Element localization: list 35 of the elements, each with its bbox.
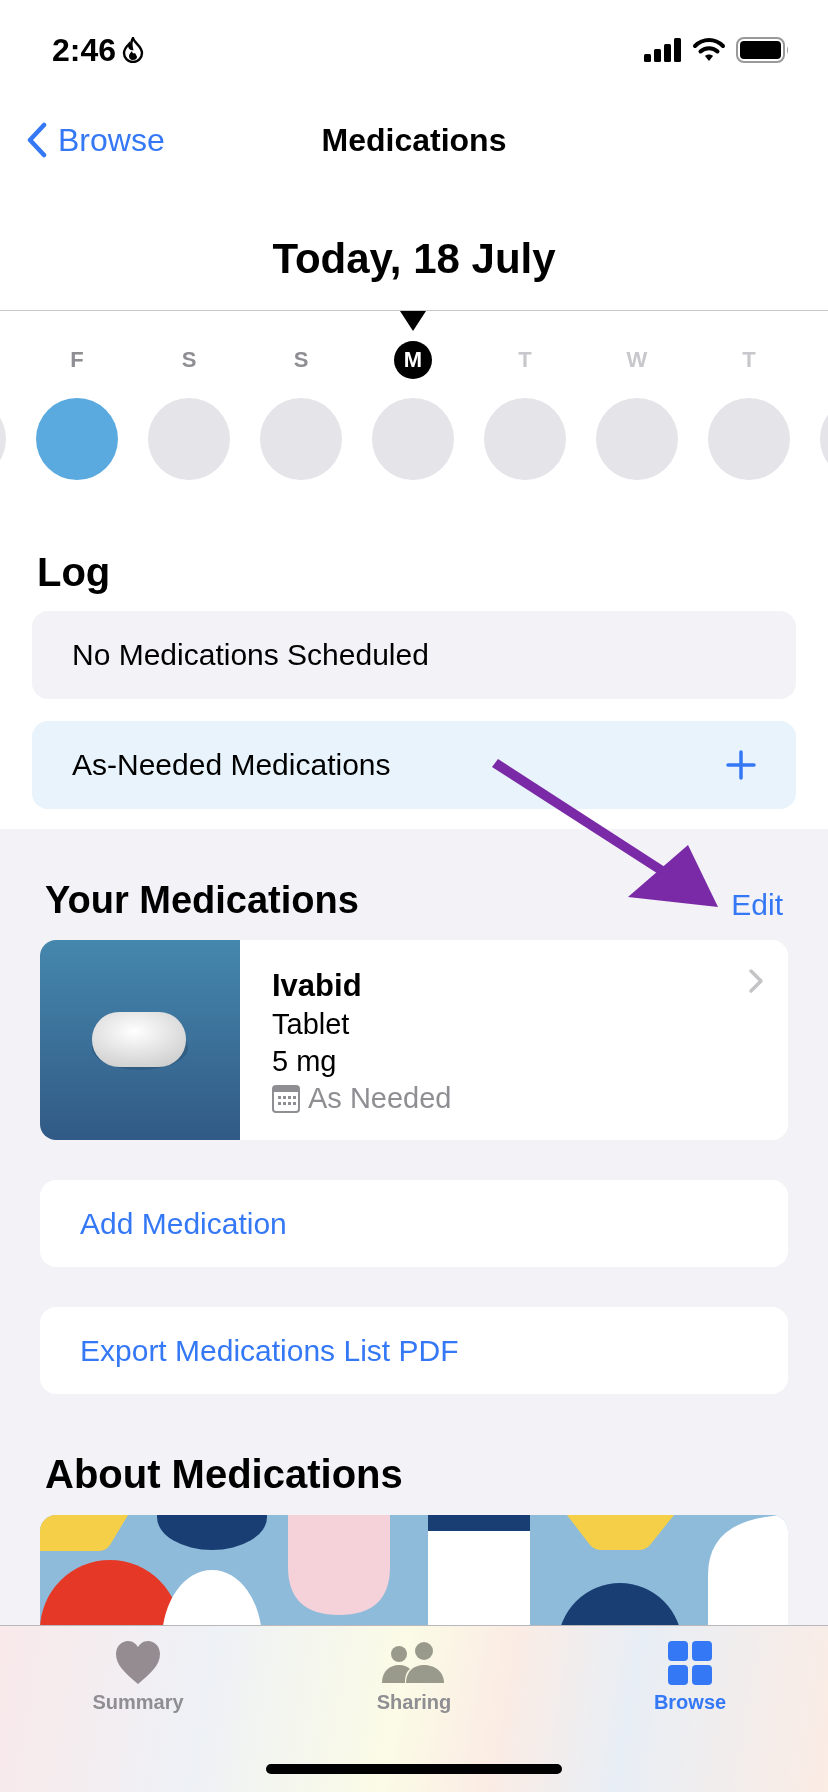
action-button[interactable]: Export Medications List PDF	[40, 1307, 788, 1394]
action-button[interactable]: Add Medication	[40, 1180, 788, 1267]
screen-title: Medications	[321, 121, 507, 158]
heart-icon	[115, 1641, 161, 1685]
plus-icon[interactable]	[726, 750, 756, 780]
flame-icon	[122, 37, 145, 63]
log-row-label: As-Needed Medications	[72, 748, 391, 782]
day-letter[interactable]: T	[506, 341, 544, 379]
grid-icon	[668, 1641, 712, 1685]
back-button[interactable]: Browse	[0, 120, 171, 160]
tab-button[interactable]: Summary	[0, 1640, 276, 1740]
edit-button[interactable]: Edit	[731, 888, 783, 922]
date-heading: Today, 18 July	[272, 235, 556, 282]
day-letter[interactable]: M	[394, 341, 432, 379]
day-letter[interactable]: T	[730, 341, 768, 379]
day-letter[interactable]: S	[170, 341, 208, 379]
log-row: No Medications Scheduled	[32, 611, 796, 699]
marker-icon	[400, 311, 426, 331]
day-letter[interactable]: S	[282, 341, 320, 379]
tab-button[interactable]: Sharing	[276, 1640, 552, 1740]
battery-icon	[736, 37, 790, 63]
calendar-icon	[272, 1084, 300, 1113]
tab-button[interactable]: Browse	[552, 1640, 828, 1740]
status-time: 2:46	[52, 31, 117, 69]
wifi-icon	[692, 37, 726, 63]
day-letter[interactable]: F	[58, 341, 96, 379]
medication-card[interactable]: Ivabid Tablet 5 mg As Needed	[40, 940, 788, 1140]
back-chevron-icon	[26, 122, 48, 158]
day-letter[interactable]: W	[618, 341, 656, 379]
chevron-icon	[748, 968, 764, 994]
signal-icon	[644, 38, 682, 62]
section-heading: About Medications	[45, 1452, 404, 1497]
section-heading: Your Medications	[45, 879, 359, 922]
people-icon	[382, 1641, 446, 1685]
section-heading: Log	[37, 550, 112, 595]
